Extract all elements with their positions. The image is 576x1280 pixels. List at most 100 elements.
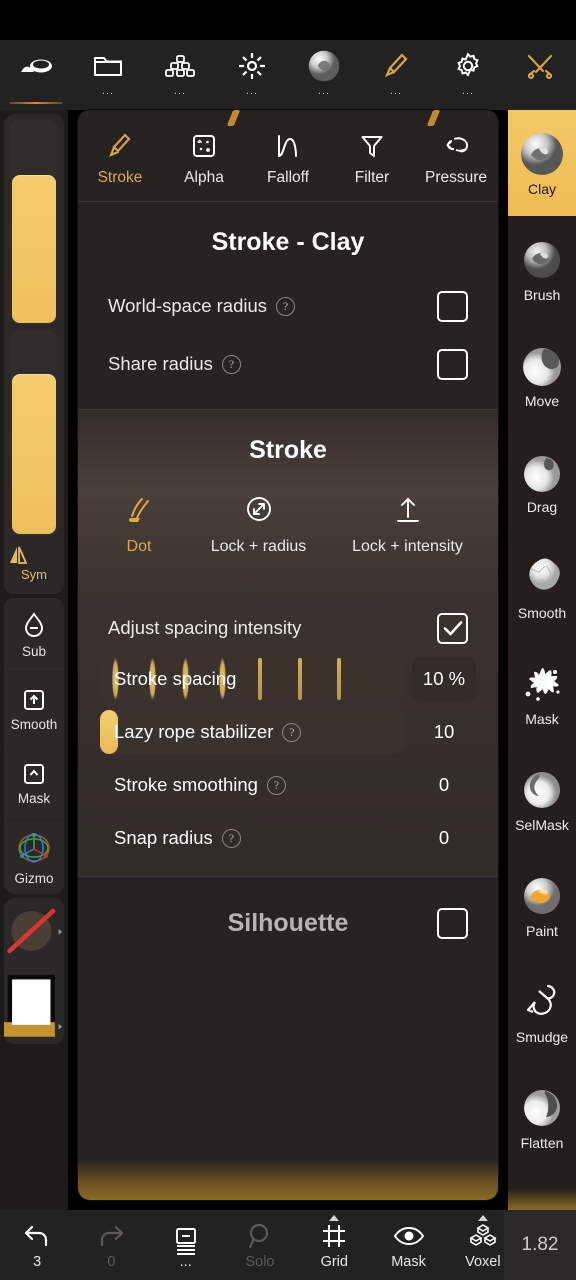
selmask-ball-icon (517, 765, 567, 815)
lighting-sun-icon (234, 48, 270, 84)
topbar-dots: ... (461, 85, 475, 97)
help-icon[interactable]: ? (276, 296, 296, 316)
toggle-row-adjust-spacing[interactable]: Adjust spacing intensity (108, 599, 468, 657)
mask-square-caret-icon (20, 760, 48, 788)
tool-clay[interactable]: Clay (508, 110, 576, 216)
undo-button[interactable]: 3 (0, 1210, 74, 1280)
tab-stroke[interactable]: Stroke (78, 131, 162, 187)
brush-ball-icon (517, 235, 567, 285)
topbar-item-material[interactable]: ... (288, 40, 360, 110)
brush-icon (107, 131, 133, 161)
scene-stone-icon (18, 48, 54, 84)
tab-alpha[interactable]: Alpha (162, 131, 246, 187)
smooth-square-up-icon (20, 686, 48, 714)
tool-smudge[interactable]: Smudge (508, 958, 576, 1064)
help-icon[interactable]: ? (282, 722, 302, 742)
panel-tabs: Stroke Alpha Falloff Filter Pressure (78, 110, 498, 202)
stroke-mode-lock-radius[interactable]: Lock + radius (184, 491, 333, 556)
grid-button[interactable]: Grid (297, 1210, 371, 1280)
stroke-clay-section: Stroke - Clay World-space radius ? Share… (78, 202, 498, 409)
tool-brush[interactable]: Brush (508, 216, 576, 322)
help-icon[interactable]: ? (221, 354, 241, 374)
toggle-label: Share radius ? (108, 353, 241, 375)
stroke-smoothing-value[interactable]: 0 (412, 763, 476, 807)
tool-label: Smudge (515, 1029, 569, 1045)
mask-label: Mask (391, 1254, 426, 1270)
lock-radius-icon (243, 491, 275, 525)
tab-falloff[interactable]: Falloff (246, 131, 330, 187)
topbar-item-lighting[interactable]: ... (216, 40, 288, 110)
tool-smooth[interactable]: Smooth (508, 534, 576, 640)
tab-filter[interactable]: Filter (330, 131, 414, 187)
adjust-spacing-label: Adjust spacing intensity (108, 617, 302, 638)
left-button-smooth[interactable]: Smooth (4, 672, 64, 746)
slider-row-snap-radius[interactable]: Snap radius ? 0 (78, 816, 498, 860)
toggle-row-world-space-radius[interactable]: World-space radius ? (108, 277, 468, 335)
help-icon[interactable]: ? (266, 775, 286, 795)
topbar-item-files[interactable]: ... (72, 40, 144, 110)
tab-label: Falloff (267, 168, 309, 186)
flatten-ball-icon (517, 1083, 567, 1133)
zoom-value: 1.82 (504, 1210, 576, 1280)
stroke-mode-label: Lock + intensity (352, 538, 463, 555)
material-swatch[interactable] (4, 898, 64, 964)
snap-radius-track[interactable]: Snap radius ? (100, 816, 404, 860)
lazy-rope-track[interactable]: Lazy rope stabilizer ? (100, 710, 404, 754)
mask-visibility-button[interactable]: Mask (371, 1210, 445, 1280)
folder-icon (90, 48, 126, 84)
intensity-slider-fill (12, 374, 56, 534)
topbar-item-settings[interactable]: ... (432, 40, 504, 110)
topbar-item-scene[interactable] (0, 40, 72, 110)
left-button-sub[interactable]: Sub (4, 598, 64, 672)
intensity-slider[interactable] (10, 331, 58, 536)
left-button-mask[interactable]: Mask (4, 746, 64, 820)
layers-button[interactable]: ... (149, 1210, 223, 1280)
stroke-mode-group: Dot Lock + radius Lock + intensity (78, 485, 498, 574)
slider-row-stroke-smoothing[interactable]: Stroke smoothing ? 0 (78, 763, 498, 807)
layers-book-icon (173, 1225, 199, 1257)
solo-button[interactable]: Solo (223, 1210, 297, 1280)
slider-label: Stroke smoothing ? (100, 774, 286, 796)
spacing-section: Adjust spacing intensity Stroke spacing … (78, 589, 498, 876)
stroke-mode-lock-intensity[interactable]: Lock + intensity (333, 491, 482, 556)
spacing-tick (258, 658, 263, 700)
material-sphere-icon (306, 48, 342, 84)
checkbox-silhouette[interactable] (437, 907, 468, 939)
topbar-dots: ... (101, 85, 115, 97)
checkbox-world-space-radius[interactable] (437, 290, 468, 322)
lazy-rope-value[interactable]: 10 (412, 710, 476, 754)
tab-pressure[interactable]: Pressure (414, 131, 498, 187)
tool-selmask[interactable]: SelMask (508, 746, 576, 852)
stroke-smoothing-track[interactable]: Stroke smoothing ? (100, 763, 404, 807)
help-icon[interactable]: ? (221, 828, 241, 848)
checkbox-adjust-spacing[interactable] (437, 612, 468, 644)
tool-move[interactable]: Move (508, 322, 576, 428)
toggle-row-share-radius[interactable]: Share radius ? (108, 335, 468, 393)
tool-drag[interactable]: Drag (508, 428, 576, 534)
stroke-settings-panel: Stroke Alpha Falloff Filter Pressure Str… (78, 110, 498, 1200)
color-swatch[interactable] (4, 964, 64, 1044)
stroke-spacing-track[interactable]: Stroke spacing (100, 657, 404, 701)
tool-paint[interactable]: Paint (508, 852, 576, 958)
redo-button[interactable]: 0 (74, 1210, 148, 1280)
stroke-spacing-value[interactable]: 10 % (412, 657, 476, 701)
left-button-gizmo[interactable]: Gizmo (4, 820, 64, 894)
symmetry-icon (4, 544, 64, 566)
slider-row-lazy-rope-stabilizer[interactable]: Lazy rope stabilizer ? 10 (78, 710, 498, 754)
tool-mask[interactable]: Mask (508, 640, 576, 746)
topbar-item-brush[interactable]: ... (360, 40, 432, 110)
gizmo-icon (14, 828, 54, 868)
snap-radius-value[interactable]: 0 (412, 816, 476, 860)
tool-label: Drag (526, 499, 558, 515)
checkbox-share-radius[interactable] (437, 348, 468, 380)
tool-label: SelMask (515, 817, 569, 833)
slider-row-stroke-spacing[interactable]: Stroke spacing 10 % (78, 657, 498, 701)
symmetry-button[interactable]: Sym (4, 542, 64, 588)
topbar-item-tools[interactable] (504, 40, 576, 110)
stroke-mode-dot[interactable]: Dot (94, 491, 184, 556)
toggle-label: World-space radius ? (108, 295, 296, 317)
tool-flatten[interactable]: Flatten (508, 1064, 576, 1170)
topbar-item-layers[interactable]: ... (144, 40, 216, 110)
bottom-toolbar: 3 0 ... Solo Grid Mask Voxel 1.82 (0, 1210, 576, 1280)
radius-slider[interactable] (10, 120, 58, 325)
